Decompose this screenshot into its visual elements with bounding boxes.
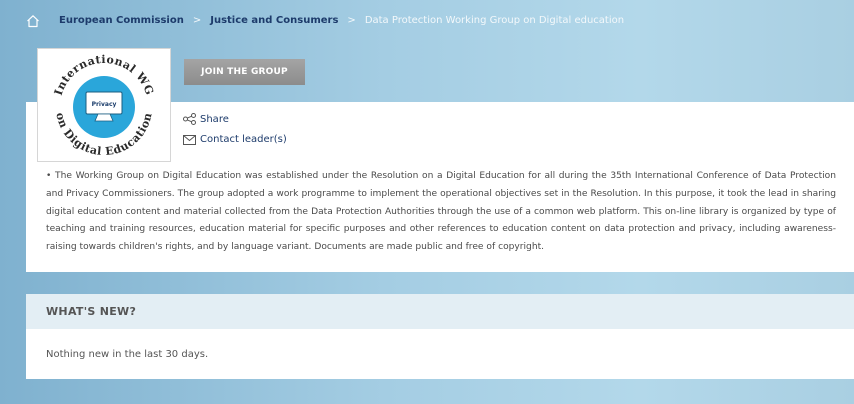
join-group-button[interactable]: JOIN THE GROUP (184, 59, 305, 85)
breadcrumb-link-justice-and-consumers[interactable]: Justice and Consumers (210, 15, 338, 26)
share-label[interactable]: Share (200, 114, 229, 125)
breadcrumb: European Commission > Justice and Consum… (0, 0, 854, 44)
whats-new-title: WHAT'S NEW? (46, 305, 137, 318)
whats-new-header: WHAT'S NEW? (26, 294, 854, 329)
share-link[interactable]: Share (183, 113, 229, 125)
home-icon[interactable] (26, 14, 40, 28)
contact-leaders-link[interactable]: Contact leader(s) (183, 134, 287, 145)
share-icon (183, 113, 196, 125)
group-logo: International WG on Digital Education Pr… (37, 48, 171, 162)
breadcrumb-separator: > (347, 15, 356, 26)
whats-new-body: Nothing new in the last 30 days. (26, 329, 854, 379)
group-description: • The Working Group on Digital Education… (46, 171, 836, 253)
whats-new-empty-message: Nothing new in the last 30 days. (46, 348, 209, 360)
group-logo-image: International WG on Digital Education Pr… (52, 53, 156, 158)
breadcrumb-link-european-commission[interactable]: European Commission (59, 15, 184, 26)
breadcrumb-separator: > (192, 15, 202, 26)
contact-leaders-label[interactable]: Contact leader(s) (200, 134, 287, 145)
mail-icon (183, 134, 196, 145)
breadcrumb-current: Data Protection Working Group on Digital… (364, 15, 625, 26)
svg-text:Privacy: Privacy (92, 101, 117, 108)
